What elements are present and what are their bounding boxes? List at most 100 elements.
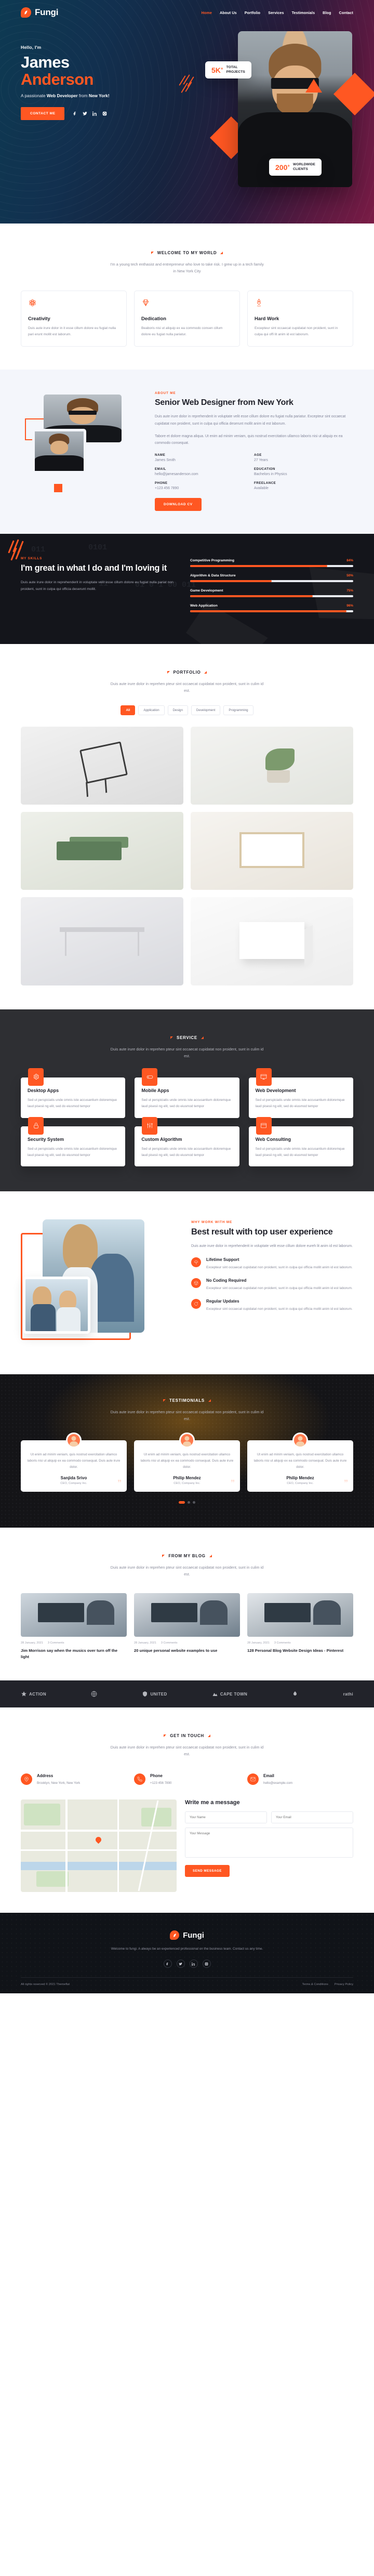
fact-value: Available [254, 486, 269, 490]
triangle-right-icon [204, 671, 207, 674]
about-orange-square [54, 483, 62, 492]
pagination-dot[interactable] [193, 1501, 195, 1504]
gamepad-icon [142, 1068, 158, 1086]
contact-block-text: hello@example.com [263, 1781, 293, 1785]
portfolio-item-table[interactable] [21, 897, 183, 986]
service-title: Security System [28, 1136, 64, 1142]
linkedin-icon[interactable] [92, 111, 97, 116]
testimonial-role: CEO, Company Inc. [60, 1481, 87, 1485]
testimonial-pagination[interactable] [21, 1501, 353, 1504]
portfolio-item-cube[interactable] [191, 897, 353, 986]
why-text: WHY WORK WITH ME Best result with top us… [191, 1214, 353, 1349]
download-cv-button[interactable]: DOWNLOAD CV [155, 497, 202, 511]
tagline-city: New York! [88, 93, 110, 98]
nav-item-contact[interactable]: Contact [339, 10, 353, 15]
triangle-right-icon [207, 1734, 210, 1738]
filter-all[interactable]: All [121, 705, 136, 716]
contact-me-button[interactable]: CONTACT ME [21, 107, 65, 120]
why-feature-text: Excepteur sint occaecat cupidatat non pr… [206, 1286, 353, 1290]
pagination-dot-active[interactable] [179, 1501, 185, 1504]
skills-paragraph: Duis aute irure dolor in reprehenderit i… [21, 581, 173, 592]
blog-post-card[interactable]: 28 January, 2021 3 Comments 128 Personal … [247, 1593, 353, 1660]
nav-item-portfolio[interactable]: Portfolio [245, 10, 260, 15]
service-card-web-consulting[interactable]: Web Consulting Sed ut perspiciatis unde … [248, 1116, 353, 1167]
filter-development[interactable]: Development [191, 705, 221, 716]
welcome-card-text: Duis aute irure dolor in it esse cillum … [28, 326, 116, 336]
portfolio-item-frame[interactable] [191, 812, 353, 890]
email-input[interactable] [271, 1811, 353, 1824]
service-card-custom-algorithm[interactable]: Custom Algorithm Sed ut perspiciatis und… [135, 1116, 239, 1167]
footer-link-privacy[interactable]: Privacy Policy [335, 1983, 353, 1986]
blog-post-card[interactable]: 28 January, 2021 3 Comments Jim Morrison … [21, 1593, 127, 1660]
quote-mark-icon: ” [117, 1478, 122, 1488]
hero-section: Fungi Home About Us Portfolio Services T… [0, 0, 374, 224]
about-facts: NAME James Smith AGE 27 Years EMAIL hell… [155, 453, 353, 495]
phone-icon [134, 1773, 145, 1785]
nav-item-blog[interactable]: Blog [323, 10, 331, 15]
instagram-icon[interactable] [102, 111, 107, 116]
blog-section: FROM MY BLOG Duis aute irure dolor in re… [0, 1527, 374, 1681]
twitter-icon[interactable] [83, 111, 88, 116]
portfolio-section: PORTFOLIO Duis aute irure dolor in repre… [0, 643, 374, 1010]
linkedin-icon[interactable] [189, 1960, 198, 1968]
footer-link-terms[interactable]: Terms & Conditions [302, 1983, 328, 1986]
welcome-card-creativity[interactable]: Creativity Duis aute irure dolor in it e… [21, 290, 127, 347]
facebook-icon[interactable] [73, 111, 77, 116]
client-logo-globe [91, 1691, 97, 1697]
chart-icon [142, 1116, 158, 1135]
twitter-icon[interactable] [176, 1960, 185, 1968]
service-section: SERVICE Duis aute irure dolor in reprehe… [0, 1009, 374, 1192]
message-textarea[interactable] [185, 1828, 353, 1858]
welcome-card-hard-work[interactable]: Hard Work Excepteur sint occaecat cupida… [247, 290, 353, 347]
fact-value: +123 456 7890 [155, 486, 179, 490]
badge-worldwide-clients: 200+ WORLDWIDE CLIENTS [269, 159, 322, 176]
welcome-card-dedication[interactable]: Dedication Beaboris nisi ut aliquip ex e… [134, 290, 240, 347]
service-kicker: SERVICE [170, 1035, 204, 1040]
welcome-kicker-text: WELCOME TO MY WORLD [157, 251, 217, 255]
service-card-web-development[interactable]: Web Development Sed ut perspiciatis unde… [248, 1068, 353, 1118]
nav-item-home[interactable]: Home [202, 10, 212, 15]
nav-item-services[interactable]: Services [268, 10, 284, 15]
service-card-desktop-apps[interactable]: Desktop Apps Sed ut perspiciatis unde om… [21, 1068, 126, 1118]
facebook-icon[interactable] [163, 1960, 172, 1968]
blog-thumbnail [21, 1593, 127, 1637]
pagination-dot[interactable] [188, 1501, 190, 1504]
filter-design[interactable]: Design [167, 705, 188, 716]
brand-logo[interactable]: Fungi [21, 7, 58, 18]
about-text: ABOUT ME Senior Web Designer from New Yo… [155, 391, 353, 511]
box-icon [191, 1278, 201, 1288]
footer-brand[interactable]: Fungi [170, 1930, 204, 1940]
testimonial-card: Ut enim ad minim veniam, quis nostrud ex… [247, 1432, 353, 1492]
testimonial-role: CEO, Company Inc. [287, 1481, 314, 1485]
filter-programming[interactable]: Programming [223, 705, 253, 716]
why-feature-lifetime-support: Lifetime Support Excepteur sint occaecat… [191, 1257, 353, 1271]
send-message-button[interactable]: SEND MESSAGE [185, 1865, 230, 1877]
blog-comments: 3 Comments [274, 1641, 291, 1645]
portfolio-item-plant[interactable] [191, 727, 353, 805]
location-map[interactable] [21, 1799, 177, 1892]
about-fact-phone: PHONE +123 456 7890 [155, 481, 254, 490]
triangle-left-icon [164, 1734, 167, 1738]
skill-bar-web-application: Web Application 96% [190, 604, 353, 612]
portfolio-item-chair[interactable] [21, 727, 183, 805]
skill-bar-competitive-programming: Competitive Programming 84% [190, 559, 353, 567]
about-heading: Senior Web Designer from New York [155, 398, 293, 407]
filter-application[interactable]: Application [138, 705, 165, 716]
skill-track [190, 610, 353, 612]
service-card-mobile-apps[interactable]: Mobile Apps Sed ut perspiciatis unde omn… [135, 1068, 239, 1118]
testimonial-name: Sanjida Srivo [60, 1475, 87, 1480]
service-card-security-system[interactable]: Security System Sed ut perspiciatis unde… [21, 1116, 126, 1167]
client-logo-label: rathi [343, 1691, 353, 1697]
name-input[interactable] [185, 1811, 267, 1824]
skill-percent: 96% [346, 603, 353, 608]
umbrella-icon [191, 1257, 201, 1267]
portfolio-item-green-box[interactable] [21, 812, 183, 890]
portfolio-subtitle: Duis aute irure dolor in reprehen pteur … [110, 681, 264, 693]
instagram-icon[interactable] [202, 1960, 211, 1968]
nav-item-about-us[interactable]: About Us [220, 10, 237, 15]
blog-post-card[interactable]: 28 January, 2021 3 Comments 20 unique per… [134, 1593, 240, 1660]
clients-count: 200 [275, 163, 288, 172]
footer-brand-name: Fungi [183, 1930, 204, 1940]
hero-scribble-decoration [179, 74, 202, 95]
nav-item-testimonials[interactable]: Testimonials [292, 10, 315, 15]
